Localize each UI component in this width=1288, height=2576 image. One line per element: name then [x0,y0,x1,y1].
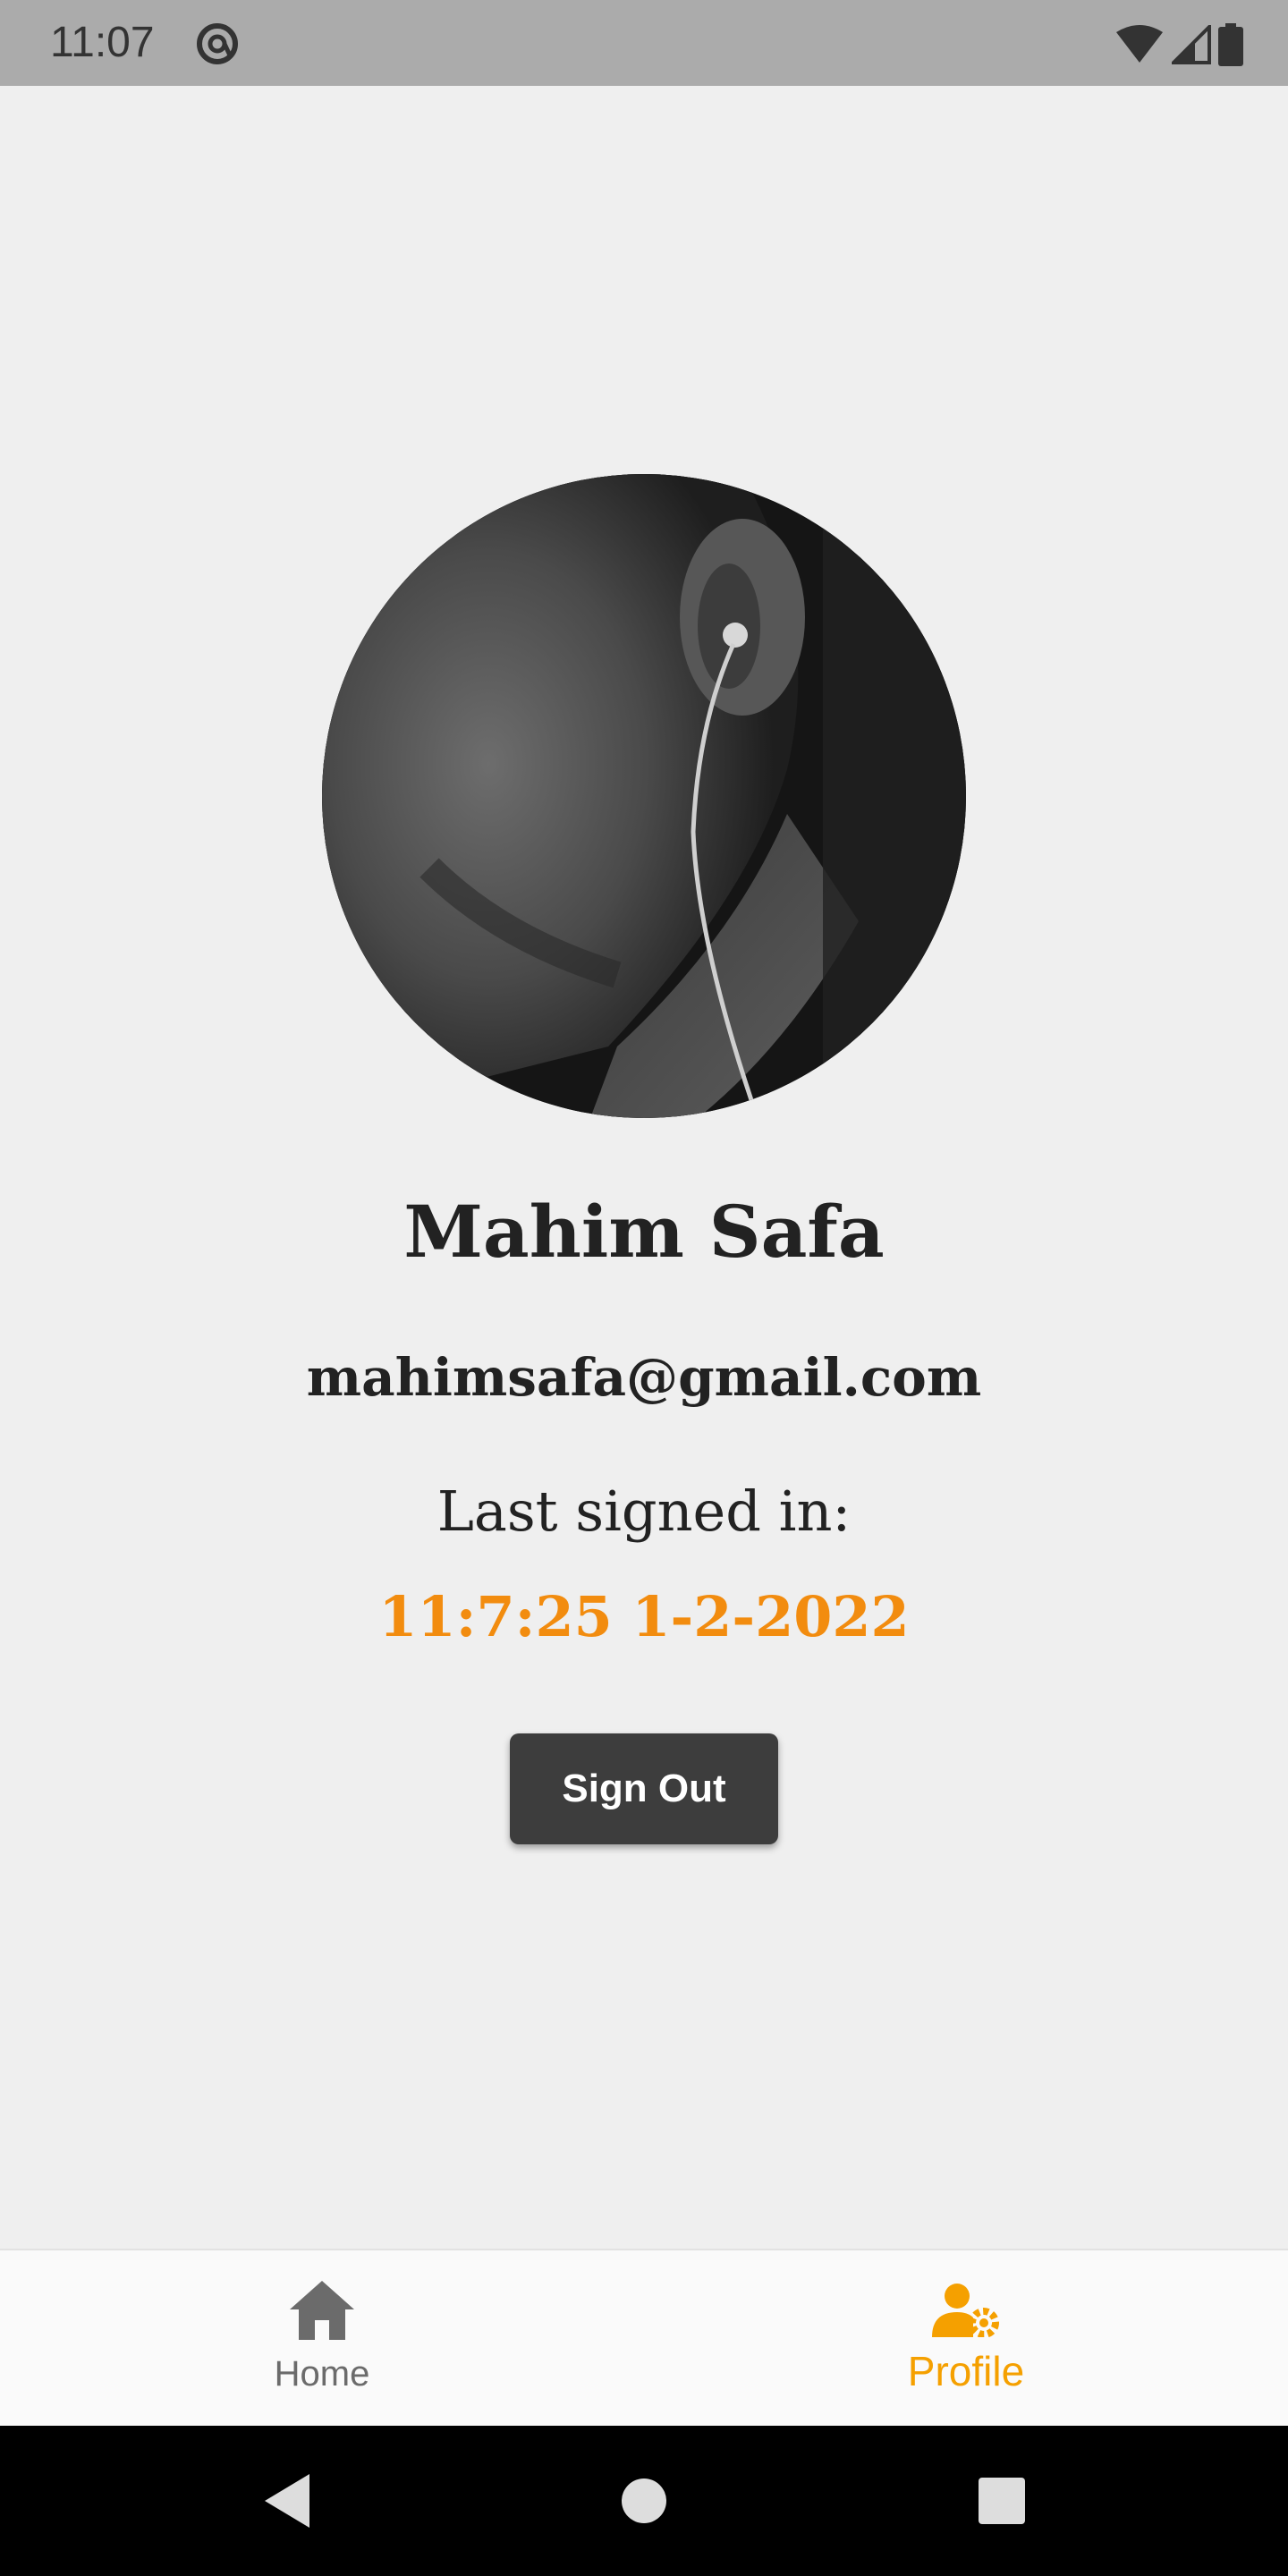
status-bar: 11:07 [0,0,1288,86]
profile-avatar [322,474,966,1118]
last-signed-timestamp: 11:7:25 1-2-2022 [378,1584,910,1649]
status-time: 11:07 [50,19,155,66]
last-signed-label: Last signed in: [436,1479,852,1544]
system-navigation-bar [0,2426,1288,2576]
profile-email: mahimsafa@gmail.com [306,1347,982,1408]
wifi-icon [1114,25,1165,69]
bottom-navigation: Home Profile [0,2249,1288,2426]
nav-item-profile[interactable]: Profile [644,2250,1288,2426]
profile-name: Mahim Safa [403,1190,885,1274]
nav-label-home: Home [274,2353,370,2394]
back-icon[interactable] [254,2469,318,2533]
sign-out-button[interactable]: Sign Out [510,1733,778,1844]
nav-item-home[interactable]: Home [0,2250,644,2426]
recents-icon[interactable] [970,2469,1034,2533]
nav-label-profile: Profile [907,2347,1025,2394]
battery-icon [1218,23,1243,71]
cell-signal-icon [1169,22,1211,69]
user-gear-icon [932,2283,1000,2342]
home-icon [290,2280,354,2344]
at-sign-icon [195,21,240,66]
home-circle-icon[interactable] [612,2469,676,2533]
status-icons [1114,22,1243,71]
